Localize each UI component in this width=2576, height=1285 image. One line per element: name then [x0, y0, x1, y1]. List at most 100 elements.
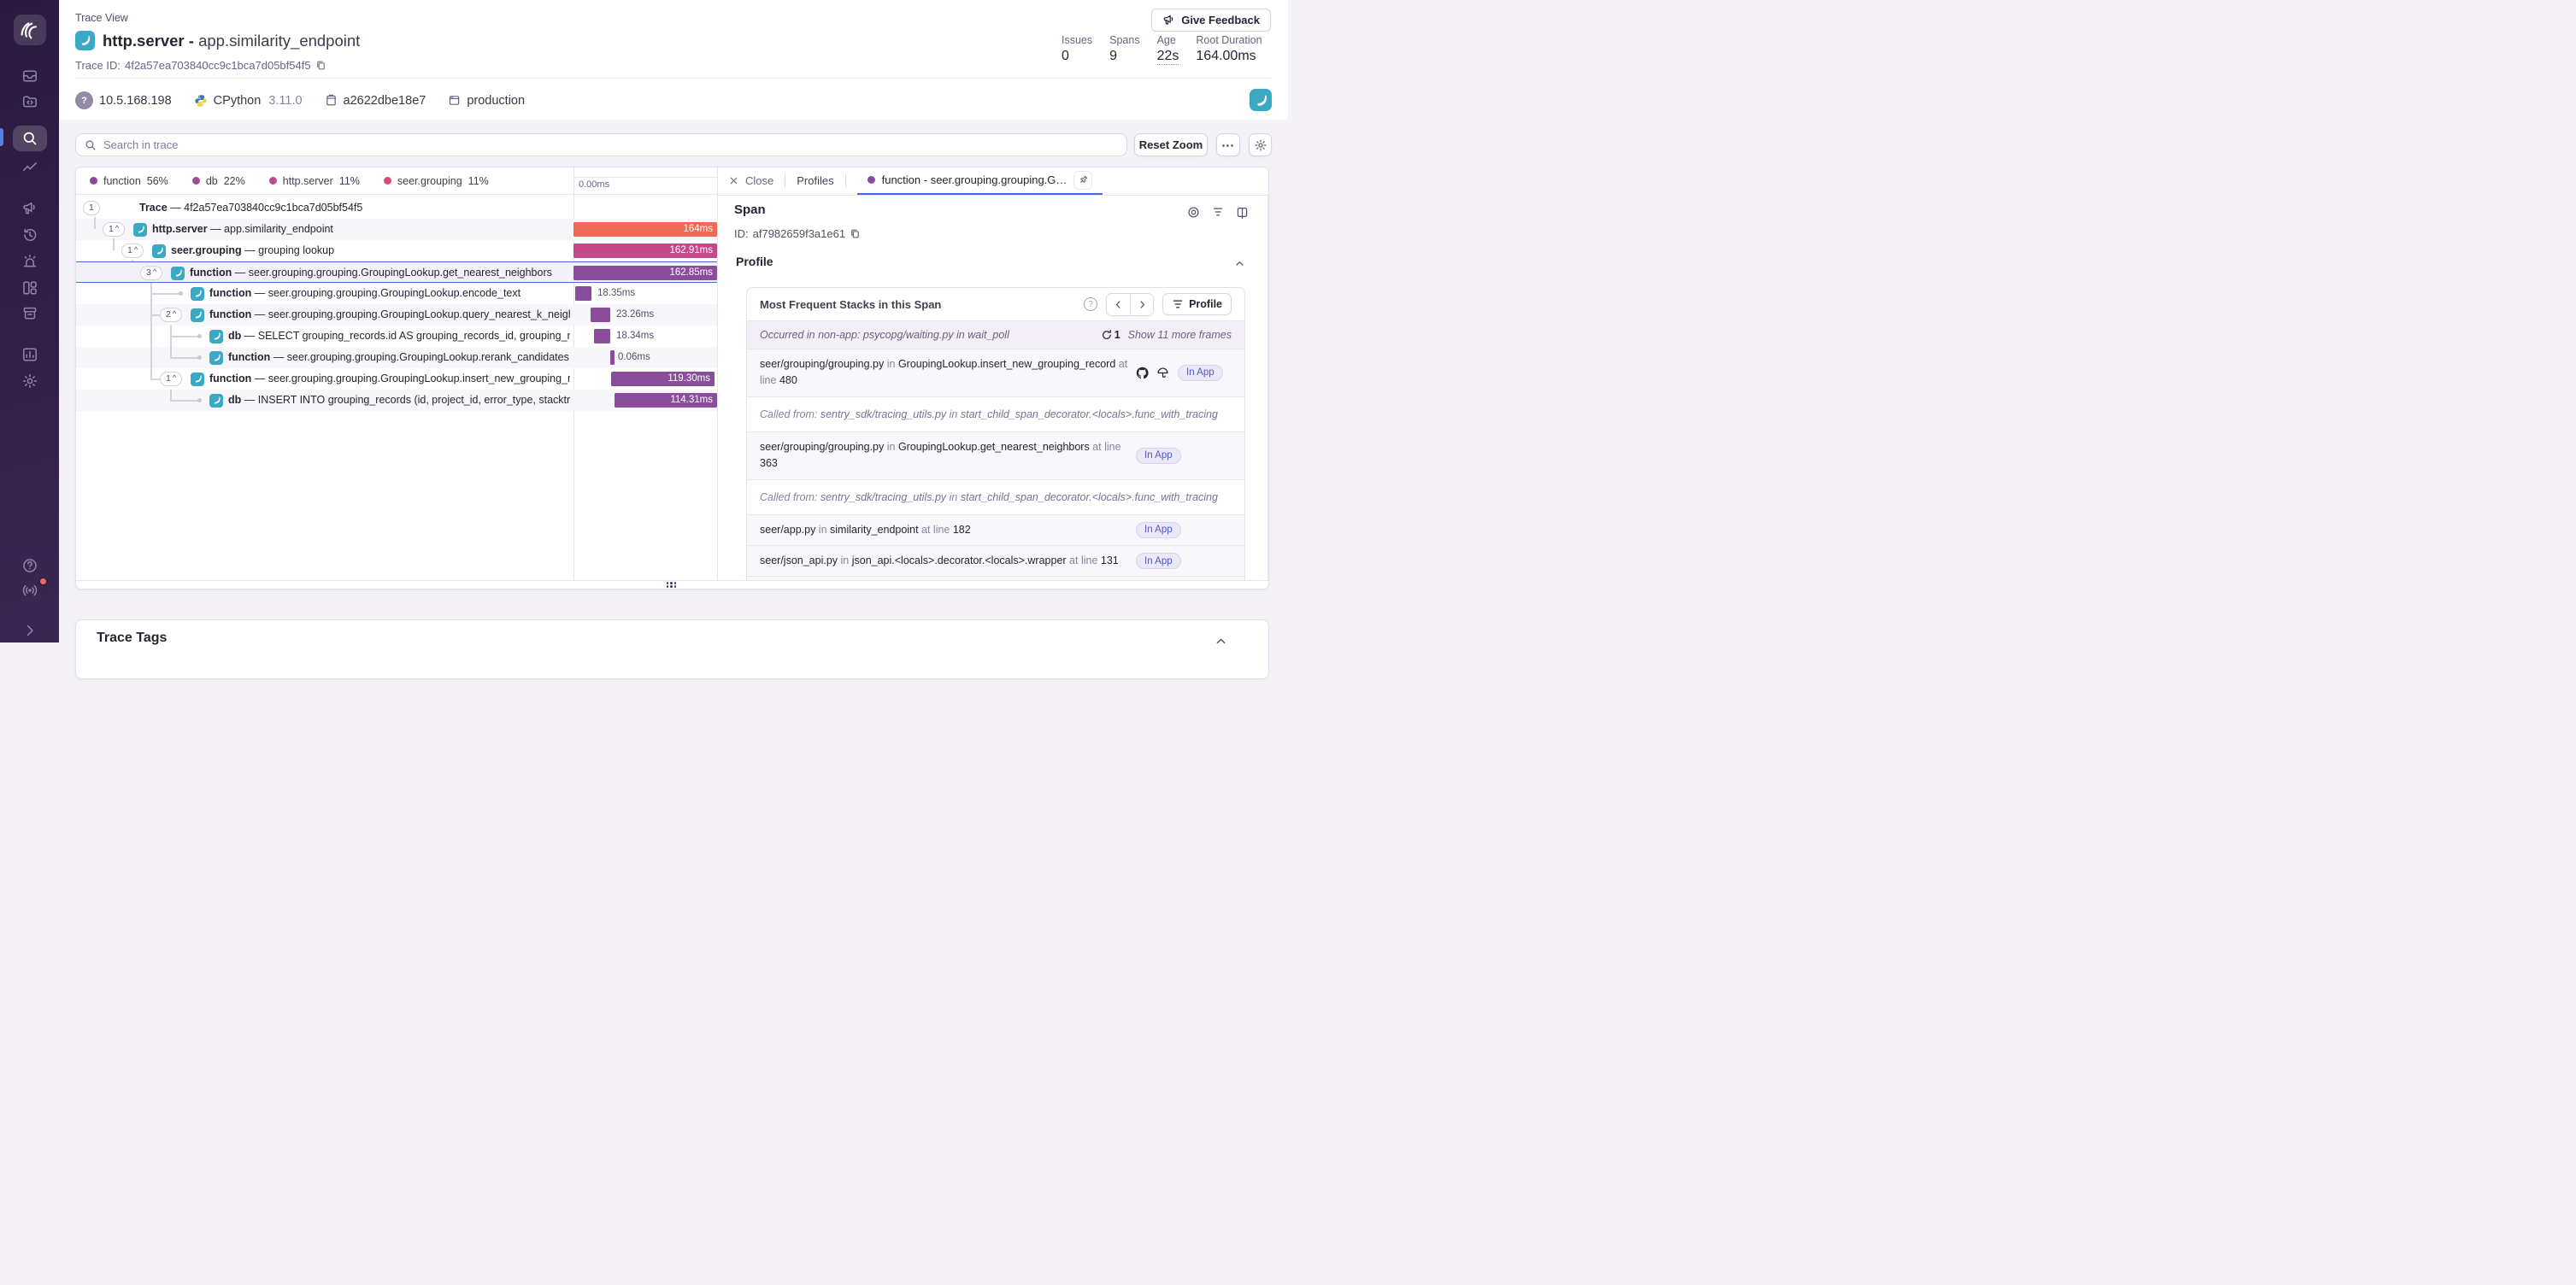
sidebar-item-replays[interactable]: [0, 222, 59, 248]
open-profile-button[interactable]: Profile: [1162, 293, 1232, 315]
duration-bar[interactable]: 119.30ms: [611, 372, 715, 386]
duration-bar[interactable]: [594, 329, 610, 343]
stats-icon: [15, 342, 45, 367]
broadcast-icon: [15, 578, 45, 603]
span-row[interactable]: 1^function — seer.grouping.grouping.Grou…: [76, 368, 717, 390]
tab-active-span[interactable]: function - seer.grouping.grouping.G…: [857, 167, 1103, 195]
tab-profiles[interactable]: Profiles: [797, 174, 833, 187]
reset-zoom-button[interactable]: Reset Zoom: [1134, 133, 1208, 156]
copy-icon[interactable]: [850, 228, 861, 239]
search-input[interactable]: [75, 133, 1127, 156]
legend-seer-grouping[interactable]: seer.grouping11%: [384, 175, 489, 187]
legend-http-server[interactable]: http.server11%: [269, 175, 360, 187]
expand-badge[interactable]: 1^: [160, 372, 182, 386]
span-header-icons: [1187, 206, 1249, 219]
meta-text: a2622dbe18e7: [344, 94, 426, 108]
duration-bar[interactable]: 164ms: [573, 222, 717, 237]
meta-text: production: [467, 94, 525, 108]
span-detail-panel: Close Profiles function - seer.grouping.…: [717, 167, 1269, 580]
trace-settings-button[interactable]: [1249, 133, 1272, 156]
duration-bar[interactable]: 114.31ms: [615, 393, 717, 408]
expand-badge[interactable]: 1^: [121, 244, 144, 258]
umbrella-icon[interactable]: [1156, 367, 1169, 379]
refresh-icon: [1101, 329, 1113, 341]
split-panel-icon[interactable]: [1236, 206, 1249, 219]
page-title: Trace View: [75, 12, 128, 24]
expand-badge[interactable]: 1: [83, 201, 100, 215]
duration-bar[interactable]: 162.85ms: [573, 266, 717, 280]
stack-frame-row[interactable]: seer/app.py in similarity_endpoint at li…: [747, 514, 1244, 545]
sidebar-item-stats[interactable]: [0, 342, 59, 367]
focus-icon[interactable]: [1187, 206, 1200, 219]
sidebar-item-traces[interactable]: [0, 155, 59, 181]
sidebar-item-releases[interactable]: [0, 301, 59, 326]
tree-connector: [150, 378, 160, 380]
give-feedback-button[interactable]: Give Feedback: [1151, 9, 1271, 32]
profiling-icon[interactable]: [1212, 206, 1224, 219]
legend-function[interactable]: function56%: [90, 175, 168, 187]
notification-dot: [38, 577, 48, 586]
detail-right-border: [1267, 194, 1268, 580]
sidebar-item-settings[interactable]: [0, 368, 59, 394]
unknown-os-icon: ?: [75, 91, 93, 109]
sidebar-item-collapse[interactable]: [0, 618, 59, 643]
tree-connector: [170, 390, 172, 400]
meta-environment: production: [448, 94, 525, 108]
span-row[interactable]: 1Trace — 4f2a57ea703840cc9c1bca7d05bf54f…: [76, 197, 717, 219]
project-avatar-icon: [75, 31, 95, 50]
sidebar-item-projects[interactable]: [0, 89, 59, 114]
chevron-up-icon[interactable]: [1214, 635, 1227, 648]
github-icon[interactable]: [1136, 367, 1149, 379]
pin-tab-button[interactable]: [1073, 171, 1092, 190]
frame-text: seer/json_api.py in json_api.<locals>.de…: [760, 553, 1136, 569]
sidebar-item-sentry-logo[interactable]: [0, 15, 59, 45]
duration-bar[interactable]: 162.91ms: [573, 244, 717, 258]
duration-bar[interactable]: [591, 308, 610, 322]
show-more-frames-link[interactable]: Show 11 more frames: [1128, 329, 1232, 341]
more-options-button[interactable]: ⋯: [1216, 133, 1240, 156]
span-row[interactable]: 1^ seer.grouping — grouping lookup162.91m…: [76, 240, 717, 261]
help-icon[interactable]: ?: [1084, 297, 1097, 311]
span-project-icon: [209, 330, 223, 343]
sidebar-item-issues[interactable]: [0, 63, 59, 89]
tree-connector: [170, 336, 200, 337]
tree-connector: [170, 326, 172, 357]
stat-age: Age22s: [1157, 34, 1179, 65]
expand-badge[interactable]: 1^: [103, 222, 125, 237]
in-app-badge: In App: [1136, 448, 1181, 464]
frame-text: seer/grouping/grouping.py in GroupingLoo…: [760, 356, 1136, 390]
close-icon: [728, 175, 739, 186]
copy-icon[interactable]: [315, 60, 326, 71]
prev-stack-button[interactable]: [1107, 294, 1130, 315]
project-avatar[interactable]: [1250, 89, 1272, 111]
duration-bar[interactable]: [610, 350, 615, 365]
legend-pct: 56%: [147, 175, 168, 187]
sidebar-item-dashboards[interactable]: [0, 275, 59, 301]
tab-close[interactable]: Close: [728, 174, 773, 187]
stacks-card-header: Most Frequent Stacks in this Span ? Prof…: [747, 288, 1244, 320]
chevron-up-icon[interactable]: [1234, 258, 1245, 269]
sidebar-item-explore[interactable]: [0, 126, 59, 151]
span-row[interactable]: 2^function — seer.grouping.grouping.Grou…: [76, 304, 717, 326]
tab-divider: [845, 174, 846, 187]
next-stack-button[interactable]: [1130, 294, 1153, 315]
sidebar-item-broadcast[interactable]: [0, 578, 59, 603]
frame-actions: [1136, 367, 1169, 379]
legend-db[interactable]: db22%: [192, 175, 245, 187]
span-row[interactable]: 3^function — seer.grouping.grouping.Grou…: [76, 261, 717, 283]
stack-frame-row[interactable]: seer/json_api.py in json_api.<locals>.de…: [747, 545, 1244, 576]
sidebar-item-feedback[interactable]: [0, 196, 59, 221]
stack-frame-row[interactable]: seer/grouping/grouping.py in GroupingLoo…: [747, 349, 1244, 396]
duration-bar[interactable]: [575, 286, 591, 301]
expand-badge[interactable]: 2^: [160, 308, 182, 322]
expand-badge[interactable]: 3^: [140, 266, 162, 280]
panel-resize-handle[interactable]: [76, 580, 1268, 590]
span-row-label: db — SELECT grouping_records.id AS group…: [228, 326, 570, 347]
called-from-text: Called from: sentry_sdk/tracing_utils.py…: [760, 406, 1232, 423]
span-row[interactable]: 1^http.server — app.similarity_endpoint1…: [76, 219, 717, 240]
span-row-label: seer.grouping — grouping lookup: [171, 240, 570, 261]
stack-frame-row[interactable]: seer/grouping/grouping.py in GroupingLoo…: [747, 431, 1244, 479]
detail-tabs: Close Profiles function - seer.grouping.…: [717, 167, 1269, 195]
sidebar-item-alerts[interactable]: [0, 249, 59, 274]
sidebar-item-help[interactable]: [0, 553, 59, 578]
